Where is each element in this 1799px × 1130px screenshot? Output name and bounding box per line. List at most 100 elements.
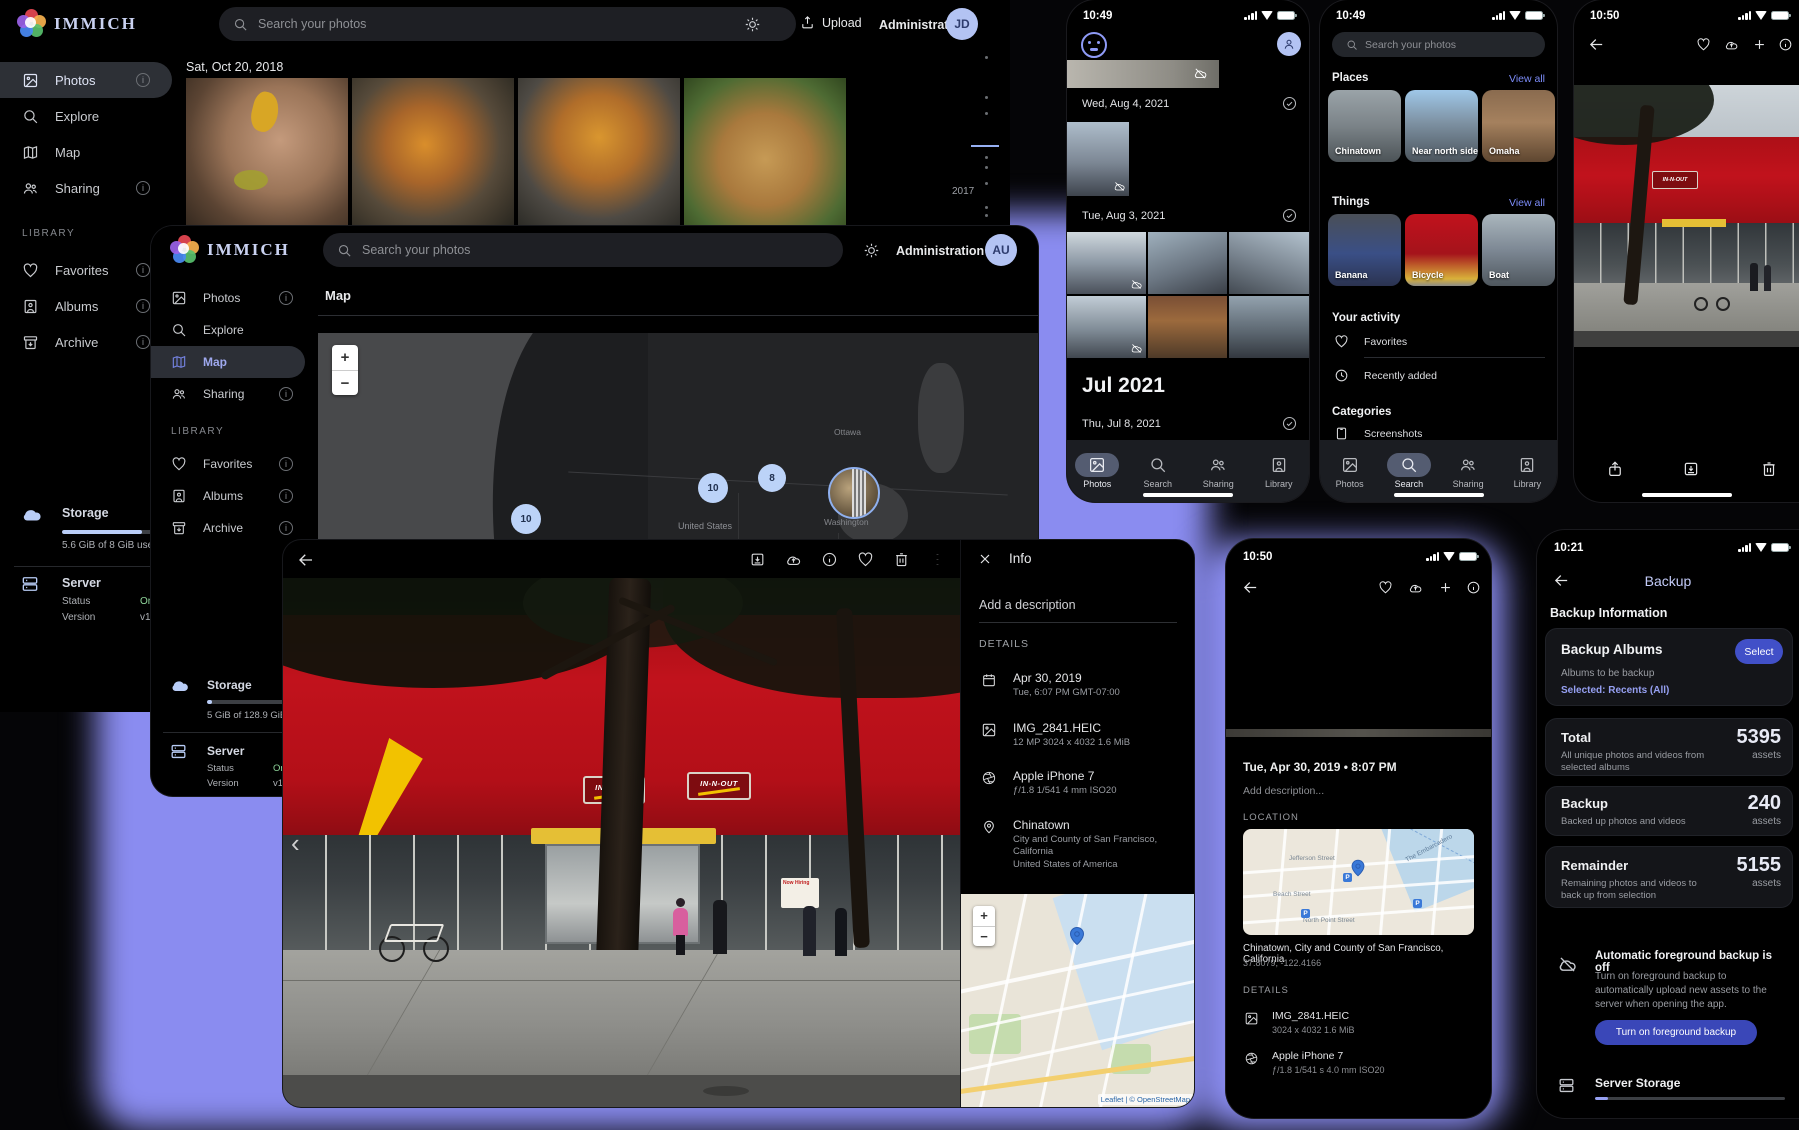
- place-thumb-near-north-side[interactable]: Near north side: [1405, 90, 1478, 162]
- description-input[interactable]: Add a description: [979, 598, 1076, 612]
- favorite-icon[interactable]: [1378, 580, 1393, 595]
- cloud-upload-icon[interactable]: [1408, 580, 1423, 595]
- map-attribution[interactable]: Leaflet | © OpenStreetMap: [1098, 1094, 1193, 1105]
- photo-tile[interactable]: [1148, 296, 1227, 358]
- sidebar-item-map-active[interactable]: Map: [151, 346, 305, 378]
- cloud-upload-icon[interactable]: [1724, 37, 1739, 52]
- select-group-icon[interactable]: [1281, 415, 1298, 432]
- sidebar-item-photos[interactable]: Photos i: [151, 282, 311, 314]
- photo-tile[interactable]: [518, 78, 680, 226]
- search-input[interactable]: Search your photos: [1332, 32, 1545, 57]
- places-view-all[interactable]: View all: [1509, 73, 1545, 85]
- add-icon[interactable]: [1438, 580, 1453, 595]
- download-icon[interactable]: [749, 551, 766, 568]
- zoom-out-button[interactable]: −: [973, 926, 995, 946]
- photo-tile[interactable]: [684, 78, 846, 226]
- turn-on-foreground-backup-button[interactable]: Turn on foreground backup: [1595, 1020, 1757, 1045]
- nav-library[interactable]: Library: [1499, 453, 1555, 489]
- add-icon[interactable]: [1752, 37, 1767, 52]
- info-icon[interactable]: [1466, 580, 1481, 595]
- prev-photo-chevron[interactable]: ‹: [291, 828, 300, 859]
- minimap-zoom-control[interactable]: + −: [973, 906, 995, 946]
- photo-tile[interactable]: [352, 78, 514, 226]
- home-indicator[interactable]: [1394, 493, 1484, 497]
- nav-search[interactable]: Search: [1130, 453, 1186, 489]
- category-screenshots[interactable]: Screenshots: [1364, 428, 1422, 440]
- photo-tile[interactable]: [1229, 232, 1309, 294]
- description-input[interactable]: Add description...: [1243, 785, 1324, 797]
- nav-photos[interactable]: Photos: [1069, 453, 1125, 489]
- nav-sharing[interactable]: Sharing: [1440, 453, 1496, 489]
- sidebar-item-albums[interactable]: Albums i: [0, 288, 172, 324]
- detail-location-title[interactable]: Chinatown: [1013, 818, 1070, 832]
- photo-edge-strip[interactable]: [1226, 729, 1491, 737]
- main-photo[interactable]: IN-N-OUT IN-N-OUT Now Hiring: [283, 578, 960, 1107]
- select-albums-button[interactable]: Select: [1735, 639, 1783, 664]
- home-indicator[interactable]: [1143, 493, 1233, 497]
- search-input[interactable]: Search your photos: [219, 7, 796, 41]
- map-cluster-marker[interactable]: 10: [511, 504, 541, 534]
- sidebar-item-sharing[interactable]: Sharing i: [0, 170, 172, 206]
- archive-icon[interactable]: [1682, 460, 1700, 478]
- photo-tile[interactable]: [1067, 296, 1146, 358]
- info-icon[interactable]: [1778, 37, 1793, 52]
- profile-avatar[interactable]: [1277, 32, 1301, 56]
- sidebar-item-explore[interactable]: Explore: [0, 98, 172, 134]
- back-icon[interactable]: [1588, 36, 1605, 53]
- map-photo-marker[interactable]: [828, 467, 880, 519]
- thing-thumb-banana[interactable]: Banana: [1328, 214, 1401, 286]
- zoom-out-button[interactable]: −: [332, 370, 358, 395]
- nav-library[interactable]: Library: [1251, 453, 1307, 489]
- avatar[interactable]: JD: [946, 8, 978, 40]
- nav-photos[interactable]: Photos: [1322, 453, 1378, 489]
- info-icon[interactable]: [821, 551, 838, 568]
- delete-icon[interactable]: [1760, 460, 1778, 478]
- location-map[interactable]: The Embarcadero Jefferson Street Beach S…: [1243, 829, 1474, 935]
- thing-thumb-bicycle[interactable]: Bicycle: [1405, 214, 1478, 286]
- thing-thumb-boat[interactable]: Boat: [1482, 214, 1555, 286]
- main-photo[interactable]: IN-N-OUT: [1574, 85, 1799, 347]
- back-icon[interactable]: [1242, 579, 1259, 596]
- share-icon[interactable]: [1606, 460, 1624, 478]
- home-indicator[interactable]: [1642, 493, 1732, 497]
- sidebar-item-favorites[interactable]: Favorites i: [0, 252, 172, 288]
- more-icon[interactable]: [929, 551, 946, 568]
- map-cluster-marker[interactable]: 8: [758, 464, 786, 492]
- sidebar-item-archive[interactable]: Archive i: [0, 324, 172, 360]
- back-icon[interactable]: [297, 551, 315, 569]
- photo-tile[interactable]: [1148, 232, 1227, 294]
- select-group-icon[interactable]: [1281, 95, 1298, 112]
- photo-tile[interactable]: [186, 78, 348, 226]
- sidebar-item-map[interactable]: Map: [0, 134, 172, 170]
- sidebar-item-archive[interactable]: Archive i: [151, 512, 311, 544]
- photo-tile[interactable]: [1067, 122, 1129, 196]
- sidebar-item-albums[interactable]: Albums i: [151, 480, 311, 512]
- favorite-icon[interactable]: [857, 551, 874, 568]
- photo-tile[interactable]: [1229, 296, 1309, 358]
- nav-sharing[interactable]: Sharing: [1190, 453, 1246, 489]
- upload-button[interactable]: Upload: [800, 15, 862, 30]
- theme-toggle-icon[interactable]: [744, 16, 761, 33]
- activity-recently-added[interactable]: Recently added: [1364, 370, 1437, 382]
- sidebar-item-sharing[interactable]: Sharing i: [151, 378, 311, 410]
- map-zoom-control[interactable]: + −: [332, 345, 358, 395]
- sidebar-item-favorites[interactable]: Favorites i: [151, 448, 311, 480]
- place-thumb-omaha[interactable]: Omaha: [1482, 90, 1555, 162]
- zoom-in-button[interactable]: +: [332, 345, 358, 370]
- activity-favorites[interactable]: Favorites: [1364, 336, 1407, 348]
- things-view-all[interactable]: View all: [1509, 197, 1545, 209]
- nav-search[interactable]: Search: [1381, 453, 1437, 489]
- administration-link[interactable]: Administration: [896, 244, 984, 258]
- sidebar-item-photos[interactable]: Photos i: [0, 62, 172, 98]
- photo-tile[interactable]: [1067, 232, 1146, 294]
- close-icon[interactable]: [977, 551, 993, 567]
- place-thumb-chinatown[interactable]: Chinatown: [1328, 90, 1401, 162]
- select-group-icon[interactable]: [1281, 207, 1298, 224]
- location-minimap[interactable]: + − Leaflet | © OpenStreetMap: [961, 894, 1194, 1107]
- avatar[interactable]: AU: [985, 234, 1017, 266]
- favorite-icon[interactable]: [1696, 37, 1711, 52]
- cloud-icon[interactable]: [785, 551, 802, 568]
- delete-icon[interactable]: [893, 551, 910, 568]
- search-input[interactable]: Search your photos: [323, 233, 843, 267]
- map-cluster-marker[interactable]: 10: [698, 473, 728, 503]
